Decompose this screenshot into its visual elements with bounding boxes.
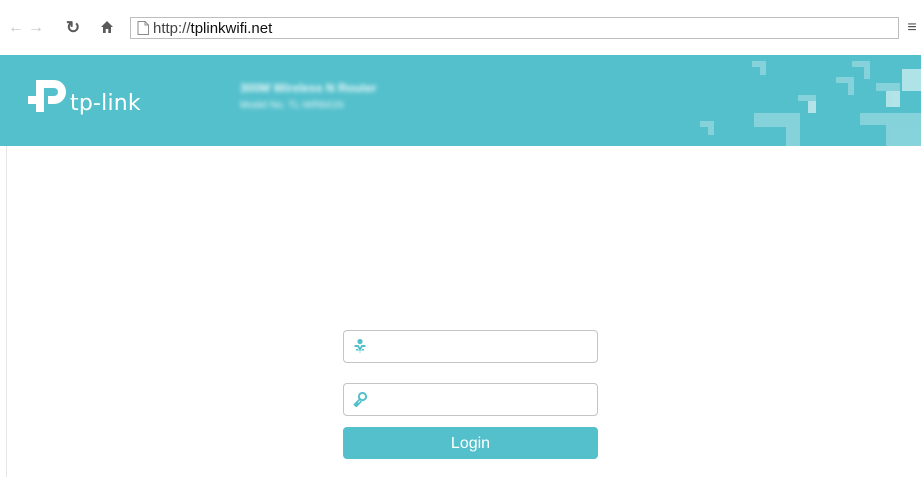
hamburger-menu-icon[interactable]: ≡ xyxy=(905,18,919,38)
model-number: Model No. TL-WR841N xyxy=(240,100,344,111)
browser-toolbar: ← → ↻ http://tplinkwifi.net ≡ xyxy=(0,0,921,52)
username-input[interactable] xyxy=(376,335,590,358)
password-input[interactable] xyxy=(376,388,590,411)
key-icon xyxy=(353,391,368,407)
home-icon[interactable] xyxy=(96,18,118,38)
reload-icon[interactable]: ↻ xyxy=(62,18,84,38)
tp-link-logo: tp-link xyxy=(24,72,164,130)
header-decoration xyxy=(700,61,921,146)
address-bar[interactable]: http://tplinkwifi.net xyxy=(130,17,899,39)
product-info: 300M Wireless N Router Model No. TL-WR84… xyxy=(240,81,377,111)
forward-arrow-icon[interactable]: → xyxy=(26,18,46,38)
brand-name: tp-link xyxy=(70,91,141,116)
back-arrow-icon[interactable]: ← xyxy=(6,18,26,38)
user-icon xyxy=(354,338,366,354)
product-name: 300M Wireless N Router xyxy=(240,81,377,95)
url-scheme: http:// xyxy=(153,20,191,37)
tp-link-logo-icon xyxy=(28,80,66,112)
username-field[interactable] xyxy=(343,330,598,363)
router-header: tp-link 300M Wireless N Router Model No.… xyxy=(0,55,921,146)
login-button[interactable]: Login xyxy=(343,427,598,459)
password-field[interactable] xyxy=(343,383,598,416)
url-text: http://tplinkwifi.net xyxy=(153,20,272,37)
page-icon xyxy=(137,21,149,35)
url-host: tplinkwifi.net xyxy=(190,20,273,37)
page-left-border xyxy=(6,146,7,477)
home-icon-glyph xyxy=(101,21,113,33)
